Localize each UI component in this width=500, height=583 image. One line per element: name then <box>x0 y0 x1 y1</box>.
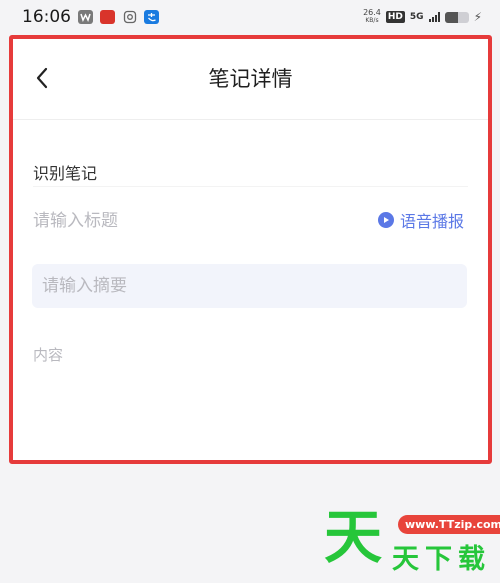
play-circle-icon <box>377 212 394 228</box>
net-speed-unit: KB/s <box>365 17 379 24</box>
content-textarea[interactable] <box>33 344 468 444</box>
app-notification-icon <box>78 10 93 24</box>
net-speed-value: 26.4 <box>363 8 381 17</box>
signal-bars-icon <box>428 12 440 22</box>
page-title: 笔记详情 <box>208 67 293 91</box>
watermark-big-char: 天 <box>324 503 383 571</box>
nav-bar: 笔记详情 <box>13 39 488 120</box>
status-right: 26.4 KB/s HD 5G ⚡ <box>363 9 482 25</box>
title-input[interactable] <box>33 207 333 235</box>
battery-level <box>444 11 458 23</box>
camera-notification-icon <box>122 10 137 24</box>
voice-broadcast-button[interactable]: 语音播报 <box>377 208 464 232</box>
watermark-url: www.TTzip.com <box>398 515 500 534</box>
section-divider <box>33 186 468 187</box>
charging-icon: ⚡ <box>473 10 482 24</box>
section-label: 识别笔记 <box>33 164 98 183</box>
voice-broadcast-label: 语音播报 <box>399 212 464 231</box>
watermark-text: 天下载 <box>392 544 491 575</box>
watermark-logo: 天 www.TTzip.com 天下载 <box>322 505 500 583</box>
summary-input[interactable] <box>32 264 467 308</box>
news-notification-icon <box>100 10 115 24</box>
status-bar: 16:06 26.4 KB/s HD 5G ⚡ <box>0 0 500 34</box>
status-time: 16:06 <box>22 7 71 27</box>
note-detail-panel: 笔记详情 识别笔记 语音播报 <box>9 35 492 464</box>
battery-icon <box>444 11 469 23</box>
alipay-notification-icon <box>144 10 159 24</box>
hd-badge: HD <box>385 11 405 23</box>
net-speed: 26.4 KB/s <box>363 9 381 25</box>
network-type: 5G <box>409 12 424 22</box>
status-left: 16:06 <box>22 7 159 27</box>
